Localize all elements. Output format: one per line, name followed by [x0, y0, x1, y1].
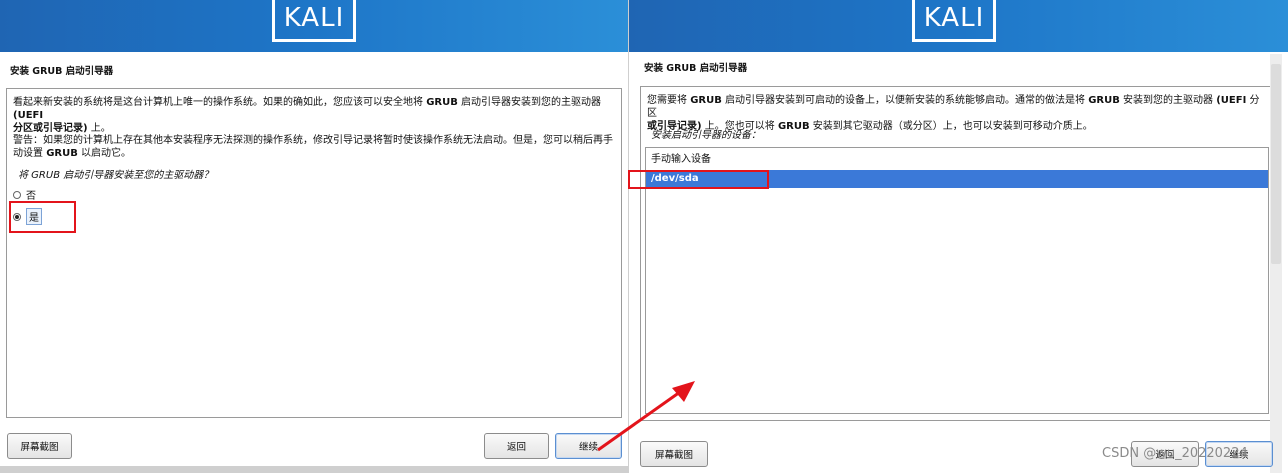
csdn-watermark: CSDN @wu_20220224: [1102, 446, 1248, 461]
arrow-line: [597, 390, 681, 452]
annotation-arrow: [597, 381, 695, 452]
arrow-head: [672, 381, 695, 402]
